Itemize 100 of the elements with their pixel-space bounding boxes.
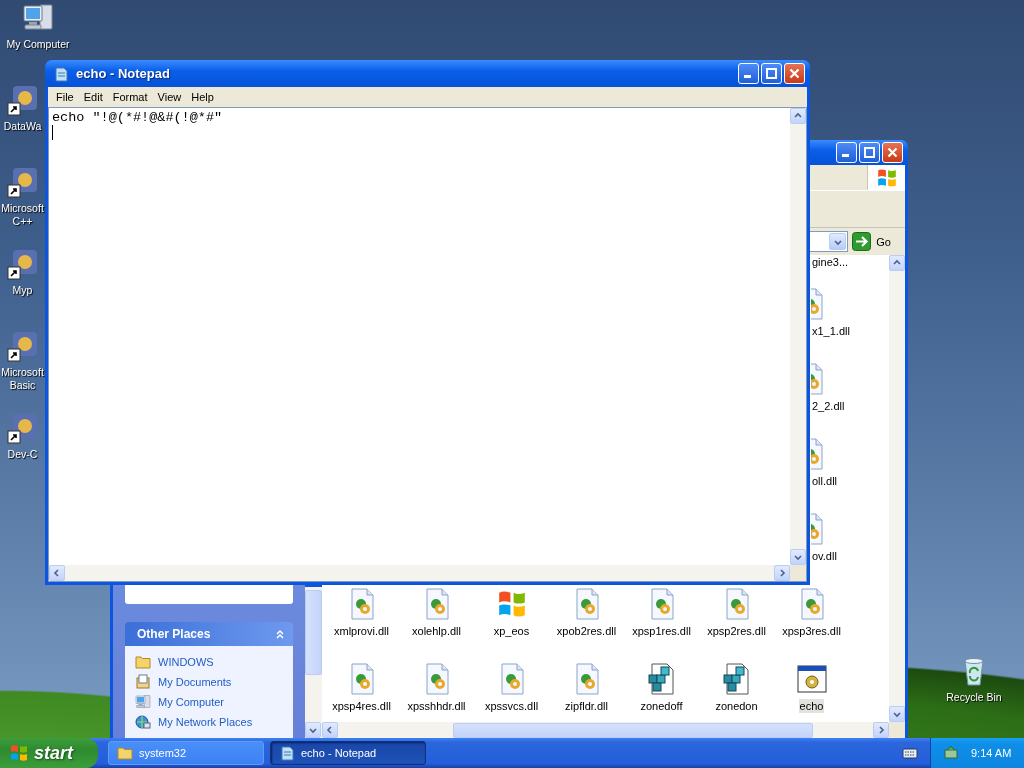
scroll-left-button[interactable] bbox=[322, 722, 338, 738]
desktop-icon-label[interactable]: Dev-C bbox=[7, 448, 38, 461]
other-places-header[interactable]: Other Places bbox=[125, 622, 293, 646]
shortcut-icon bbox=[6, 248, 39, 280]
maximize-button[interactable] bbox=[761, 63, 782, 84]
desktop-icon-label[interactable]: Recycle Bin bbox=[946, 691, 1002, 704]
file-name[interactable]: echo bbox=[798, 699, 825, 713]
double-chevron-up-icon bbox=[275, 629, 285, 639]
menu-item[interactable]: Edit bbox=[78, 91, 108, 103]
scroll-down-button[interactable] bbox=[305, 722, 321, 738]
desktop-icon-label[interactable]: DataWa bbox=[3, 120, 42, 133]
maximize-icon bbox=[766, 68, 777, 79]
close-button[interactable] bbox=[784, 63, 805, 84]
scroll-up-button[interactable] bbox=[790, 108, 806, 124]
scroll-down-button[interactable] bbox=[889, 706, 905, 722]
window-title: echo - Notepad bbox=[76, 66, 170, 81]
file-name[interactable]: 2_2.dll bbox=[811, 399, 846, 413]
scroll-up-button[interactable] bbox=[889, 255, 905, 271]
file-name[interactable]: xp_eos bbox=[492, 624, 531, 638]
vertical-scrollbar[interactable] bbox=[889, 255, 905, 722]
notepad-icon bbox=[53, 65, 69, 82]
taskbar-button[interactable]: echo - Notepad bbox=[270, 741, 426, 765]
dropdown-button[interactable] bbox=[829, 233, 847, 250]
file-name[interactable]: xpob2res.dll bbox=[555, 624, 618, 638]
file-name[interactable]: xpsp3res.dll bbox=[781, 624, 842, 638]
file-name[interactable]: xpsp4res.dll bbox=[331, 699, 392, 713]
file-name[interactable]: zonedon bbox=[714, 699, 759, 713]
size-grip[interactable] bbox=[889, 722, 905, 738]
flag-icon bbox=[9, 743, 29, 763]
chevron-left-icon bbox=[325, 725, 335, 735]
minimize-button[interactable] bbox=[738, 63, 759, 84]
shortcut-icon bbox=[6, 84, 39, 116]
network-icon bbox=[135, 714, 151, 730]
horizontal-scrollbar[interactable] bbox=[49, 565, 806, 581]
text-caret bbox=[52, 125, 53, 140]
file-name[interactable]: xolehlp.dll bbox=[411, 624, 462, 638]
text-editor[interactable]: echo "!@(*#!@&#(!@*#" bbox=[48, 107, 807, 582]
file-name[interactable]: xpsp1res.dll bbox=[631, 624, 692, 638]
file-name[interactable]: zonedoff bbox=[639, 699, 684, 713]
document-text: echo "!@(*#!@&#(!@*#" bbox=[52, 110, 224, 125]
address-field[interactable] bbox=[808, 231, 849, 252]
scroll-right-button[interactable] bbox=[774, 565, 790, 581]
maximize-button[interactable] bbox=[859, 142, 880, 163]
place-link[interactable]: WINDOWS bbox=[135, 652, 293, 672]
chevron-right-icon bbox=[876, 725, 886, 735]
scroll-left-button[interactable] bbox=[49, 565, 65, 581]
tray-app-icon bbox=[943, 745, 959, 761]
file-name[interactable]: xpsshhdr.dll bbox=[406, 699, 467, 713]
folder-icon bbox=[135, 654, 151, 670]
scroll-thumb[interactable] bbox=[453, 722, 813, 738]
vertical-scrollbar[interactable] bbox=[305, 587, 322, 738]
file-name[interactable]: xpsp2res.dll bbox=[706, 624, 767, 638]
documents-icon bbox=[135, 674, 151, 690]
flag-icon bbox=[875, 166, 898, 189]
file-name[interactable]: ov.dll bbox=[811, 549, 838, 563]
clock: 9:14 AM bbox=[971, 747, 1012, 759]
shortcut-icon bbox=[6, 166, 39, 198]
keyboard-icon bbox=[902, 746, 918, 760]
place-link[interactable]: My Documents bbox=[135, 672, 293, 692]
computer-icon bbox=[135, 694, 151, 710]
minimize-button[interactable] bbox=[836, 142, 857, 163]
scroll-thumb[interactable] bbox=[305, 590, 322, 675]
file-name[interactable]: xmlprovi.dll bbox=[333, 624, 390, 638]
file-name[interactable]: gine3... bbox=[811, 255, 850, 269]
vertical-scrollbar[interactable] bbox=[790, 108, 806, 565]
chevron-down-icon bbox=[892, 709, 902, 719]
notepad-icon bbox=[279, 745, 295, 761]
menu-item[interactable]: File bbox=[51, 91, 79, 103]
chevron-down-icon bbox=[308, 725, 318, 735]
horizontal-scrollbar[interactable] bbox=[322, 722, 905, 738]
close-icon bbox=[887, 147, 898, 158]
shortcut-icon bbox=[6, 412, 39, 444]
shortcut-icon bbox=[6, 330, 39, 362]
scroll-down-button[interactable] bbox=[790, 549, 806, 565]
chevron-left-icon bbox=[52, 568, 62, 578]
menu-item[interactable]: Format bbox=[107, 91, 153, 103]
chevron-right-icon bbox=[777, 568, 787, 578]
place-link[interactable]: My Network Places bbox=[135, 712, 293, 732]
folder-icon bbox=[117, 745, 133, 761]
go-button[interactable]: Go bbox=[852, 232, 891, 251]
file-name[interactable]: xpssvcs.dll bbox=[483, 699, 540, 713]
close-icon bbox=[789, 68, 800, 79]
menu-item[interactable]: View bbox=[152, 91, 187, 103]
desktop-icon-label[interactable]: Microsoft Basic bbox=[0, 366, 45, 392]
maximize-icon bbox=[864, 147, 875, 158]
size-grip[interactable] bbox=[790, 565, 806, 581]
file-name[interactable]: oll.dll bbox=[811, 474, 839, 488]
start-button[interactable]: start bbox=[0, 738, 98, 768]
desktop-icon-label[interactable]: Microsoft C++ bbox=[0, 202, 45, 228]
file-name[interactable]: zipfldr.dll bbox=[564, 699, 609, 713]
desktop-icon-label[interactable]: Myp bbox=[12, 284, 33, 297]
close-button[interactable] bbox=[882, 142, 903, 163]
scroll-right-button[interactable] bbox=[873, 722, 889, 738]
file-name[interactable]: x1_1.dll bbox=[811, 324, 851, 338]
place-link[interactable]: My Computer bbox=[135, 692, 293, 712]
chevron-down-icon bbox=[793, 552, 803, 562]
arrow-right-icon bbox=[852, 232, 872, 251]
menu-item[interactable]: Help bbox=[186, 91, 219, 103]
desktop-icon-label[interactable]: My Computer bbox=[6, 38, 70, 51]
gear-window-icon bbox=[795, 663, 828, 695]
